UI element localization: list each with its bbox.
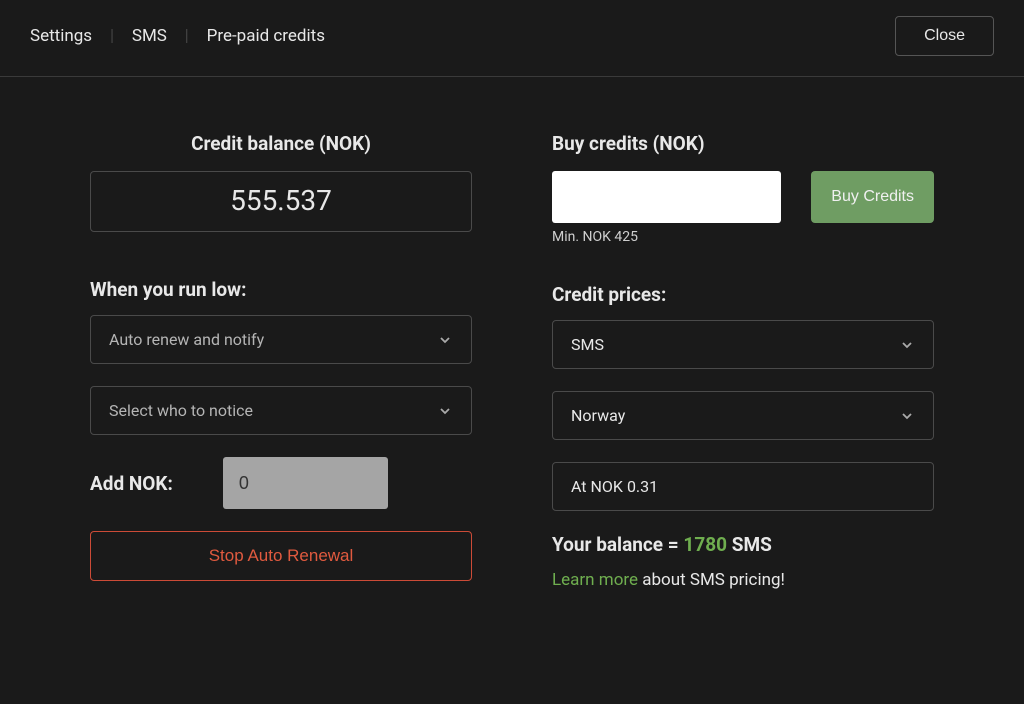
breadcrumb-separator: | bbox=[110, 26, 114, 46]
add-nok-label: Add NOK: bbox=[90, 472, 173, 495]
chevron-down-icon bbox=[437, 403, 453, 419]
breadcrumb-separator: | bbox=[185, 26, 189, 46]
price-country-value: Norway bbox=[571, 406, 625, 425]
chevron-down-icon bbox=[437, 332, 453, 348]
chevron-down-icon bbox=[899, 408, 915, 424]
close-button[interactable]: Close bbox=[895, 16, 994, 56]
credit-balance-title: Credit balance (NOK) bbox=[90, 132, 472, 155]
chevron-down-icon bbox=[899, 337, 915, 353]
stop-auto-renewal-button[interactable]: Stop Auto Renewal bbox=[90, 531, 472, 581]
price-type-value: SMS bbox=[571, 335, 604, 354]
balance-sms-line: Your balance = 1780 SMS bbox=[552, 533, 934, 556]
credit-balance-value: 555.537 bbox=[90, 171, 472, 232]
breadcrumb-sms[interactable]: SMS bbox=[132, 26, 167, 46]
buy-credits-input[interactable] bbox=[552, 171, 781, 223]
runlow-label: When you run low: bbox=[90, 278, 472, 301]
price-country-select[interactable]: Norway bbox=[552, 391, 934, 440]
buy-credits-button[interactable]: Buy Credits bbox=[811, 171, 934, 223]
autorenew-select-value: Auto renew and notify bbox=[109, 330, 264, 349]
notice-select-value: Select who to notice bbox=[109, 401, 253, 420]
breadcrumb-settings[interactable]: Settings bbox=[30, 26, 92, 46]
breadcrumb-prepaid[interactable]: Pre-paid credits bbox=[207, 26, 325, 46]
buy-credits-title: Buy credits (NOK) bbox=[552, 132, 934, 155]
breadcrumb: Settings | SMS | Pre-paid credits bbox=[30, 26, 325, 46]
add-nok-input[interactable] bbox=[223, 457, 388, 509]
price-type-select[interactable]: SMS bbox=[552, 320, 934, 369]
balance-sms-count: 1780 bbox=[683, 533, 727, 556]
learn-more-link[interactable]: Learn more bbox=[552, 570, 638, 590]
min-credit-hint: Min. NOK 425 bbox=[552, 229, 934, 245]
autorenew-select[interactable]: Auto renew and notify bbox=[90, 315, 472, 364]
credit-prices-label: Credit prices: bbox=[552, 283, 934, 306]
price-rate-box: At NOK 0.31 bbox=[552, 462, 934, 511]
notice-select[interactable]: Select who to notice bbox=[90, 386, 472, 435]
learn-more-line: Learn more about SMS pricing! bbox=[552, 570, 934, 590]
